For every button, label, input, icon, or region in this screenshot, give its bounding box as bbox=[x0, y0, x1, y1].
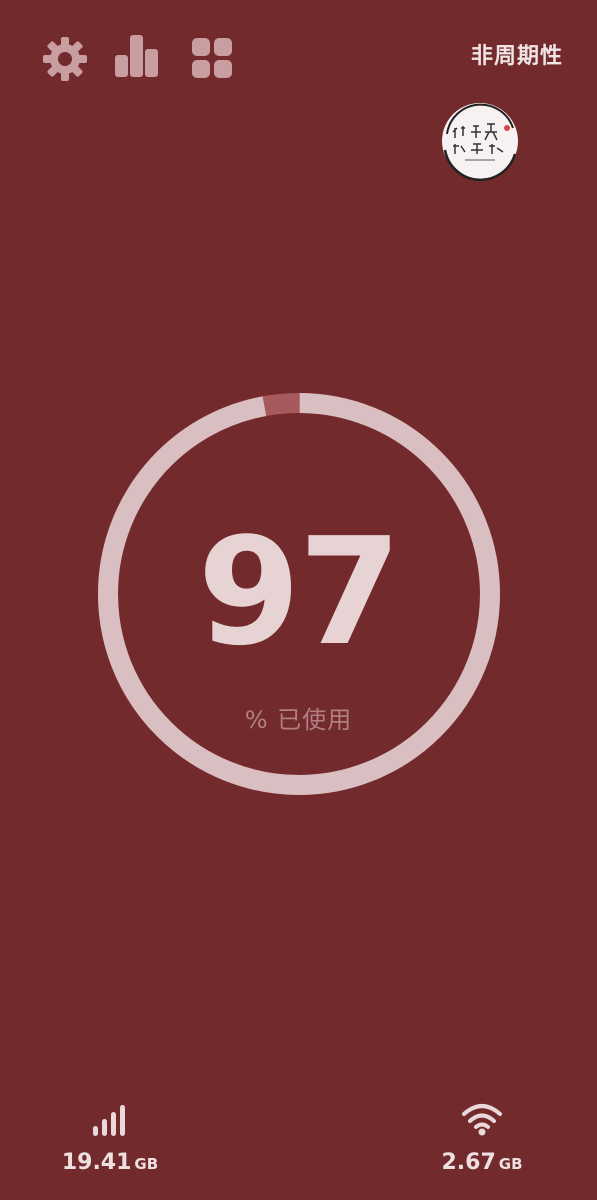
cellular-signal-icon bbox=[10, 1100, 210, 1136]
wifi-icon bbox=[382, 1100, 582, 1136]
usage-percent-value: 97 bbox=[197, 506, 402, 678]
usage-caption: % 已使用 bbox=[244, 706, 353, 734]
cellular-value-unit: GB bbox=[134, 1155, 159, 1173]
wifi-usage-value: 2.67 GB bbox=[382, 1150, 582, 1175]
mode-label-button[interactable]: 非周期性 bbox=[471, 38, 563, 70]
grid-icon[interactable] bbox=[191, 37, 233, 79]
cellular-usage-value: 19.41 GB bbox=[10, 1150, 210, 1175]
wifi-usage[interactable]: 2.67 GB bbox=[382, 1100, 582, 1175]
data-usage-screen: 非周期性 97 % 已使用 19.41 GB 2.67 GB bbox=[0, 0, 597, 1200]
gear-icon[interactable] bbox=[41, 35, 89, 83]
watermark-logo bbox=[437, 98, 523, 184]
wifi-value-unit: GB bbox=[498, 1155, 523, 1173]
cellular-value-number: 19.41 bbox=[61, 1150, 132, 1175]
cellular-usage[interactable]: 19.41 GB bbox=[10, 1100, 210, 1175]
bar-chart-icon[interactable] bbox=[114, 33, 160, 79]
wifi-value-number: 2.67 bbox=[441, 1150, 496, 1175]
